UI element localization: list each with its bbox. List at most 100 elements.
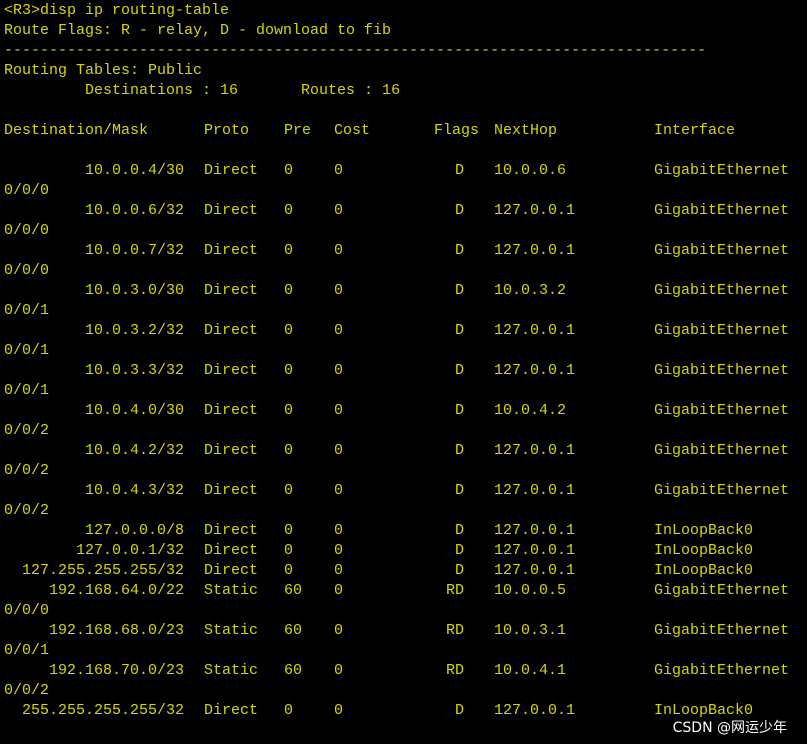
route-proto: Static <box>204 662 259 679</box>
table-header: Destination/Mask Proto Pre Cost Flags Ne… <box>4 121 807 141</box>
table-row: 127.0.0.0/8 Direct 0 0 D 127.0.0.1 InLoopBack0 <box>4 521 807 541</box>
route-nexthop: 127.0.0.1 <box>494 322 576 339</box>
table-row: 127.0.0.1/32 Direct 0 0 D 127.0.0.1 InLoopBack… <box>4 541 807 561</box>
route-proto: Direct <box>204 482 259 499</box>
table-row: 192.168.64.0/22 Static 60 0 RD 10.0.0.5 Gigabi… <box>4 581 807 601</box>
route-preference: 0 <box>284 482 294 499</box>
route-destination: 10.0.3.0/30 <box>84 282 184 299</box>
csdn-watermark: CSDN @网运少年 <box>670 718 789 738</box>
route-cost: 0 <box>334 582 344 599</box>
route-cost: 0 <box>334 242 344 259</box>
route-interface-continuation: 0/0/2 <box>4 682 50 699</box>
header-flags: Flags <box>434 122 480 139</box>
header-cost: Cost <box>334 122 371 139</box>
route-flags: D <box>454 282 464 299</box>
route-cost: 0 <box>334 362 344 379</box>
table-row: 192.168.68.0/23 Static 60 0 RD 10.0.3.1 Gigabi… <box>4 621 807 641</box>
route-cost: 0 <box>334 542 344 559</box>
route-nexthop: 127.0.0.1 <box>494 242 576 259</box>
route-interface: InLoopBack0 <box>654 542 754 559</box>
table-row: 10.0.0.7/32 Direct 0 0 D 127.0.0.1 GigabitEthe… <box>4 241 807 261</box>
route-interface: GigabitEthernet <box>654 242 790 259</box>
route-destination: 10.0.0.7/32 <box>84 242 184 259</box>
table-row: 10.0.4.3/32 Direct 0 0 D 127.0.0.1 GigabitEthe… <box>4 481 807 501</box>
route-nexthop: 10.0.3.1 <box>494 622 567 639</box>
route-proto: Direct <box>204 322 259 339</box>
route-preference: 0 <box>284 242 294 259</box>
route-cost: 0 <box>334 482 344 499</box>
table-row: 10.0.4.0/30 Direct 0 0 D 10.0.4.2 GigabitEther… <box>4 401 807 421</box>
route-interface: GigabitEthernet <box>654 402 790 419</box>
route-flags: D <box>454 522 464 539</box>
route-cost: 0 <box>334 562 344 579</box>
header-destination: Destination/Mask <box>4 122 149 139</box>
separator-line: ----------------------------------------… <box>4 42 707 59</box>
route-interface: GigabitEthernet <box>654 282 790 299</box>
route-flags: D <box>454 562 464 579</box>
route-interface: GigabitEthernet <box>654 622 790 639</box>
route-preference: 60 <box>284 662 303 679</box>
route-nexthop: 10.0.4.2 <box>494 402 567 419</box>
terminal-output[interactable]: <R3>disp ip routing-table Route Flags: R… <box>4 1 807 721</box>
route-interface: GigabitEthernet <box>654 362 790 379</box>
table-row: 192.168.70.0/23 Static 60 0 RD 10.0.4.1 Gigabi… <box>4 661 807 681</box>
route-interface: InLoopBack0 <box>654 562 754 579</box>
route-destination: 10.0.3.3/32 <box>84 362 184 379</box>
route-flags: D <box>454 362 464 379</box>
route-nexthop: 10.0.0.5 <box>494 582 567 599</box>
route-destination: 10.0.0.6/32 <box>84 202 184 219</box>
route-flags: RD <box>445 582 464 599</box>
route-interface-continuation: 0/0/1 <box>4 642 50 659</box>
route-flags-legend: Route Flags: R - relay, D - download to … <box>4 22 392 39</box>
route-nexthop: 10.0.0.6 <box>494 162 567 179</box>
table-row: 10.0.3.3/32 Direct 0 0 D 127.0.0.1 GigabitEthe… <box>4 361 807 381</box>
route-proto: Direct <box>204 402 259 419</box>
route-flags: D <box>454 162 464 179</box>
route-proto: Direct <box>204 542 259 559</box>
route-destination: 127.0.0.1/32 <box>75 542 184 559</box>
route-interface-continuation: 0/0/2 <box>4 502 50 519</box>
route-interface: GigabitEthernet <box>654 582 790 599</box>
route-flags: RD <box>445 622 464 639</box>
route-preference: 60 <box>284 582 303 599</box>
route-cost: 0 <box>334 162 344 179</box>
route-flags: RD <box>445 662 464 679</box>
route-cost: 0 <box>334 622 344 639</box>
route-interface: GigabitEthernet <box>654 662 790 679</box>
route-cost: 0 <box>334 702 344 719</box>
route-interface-continuation: 0/0/0 <box>4 222 50 239</box>
route-destination: 10.0.4.0/30 <box>84 402 184 419</box>
command-prompt: <R3>disp ip routing-table <box>4 2 230 19</box>
route-cost: 0 <box>334 662 344 679</box>
route-flags: D <box>454 702 464 719</box>
routes-table: 10.0.0.4/30 Direct 0 0 D 10.0.0.6 GigabitEther… <box>4 161 807 721</box>
header-pre: Pre <box>284 122 312 139</box>
route-interface: GigabitEthernet <box>654 162 790 179</box>
route-preference: 0 <box>284 202 294 219</box>
header-proto: Proto <box>204 122 250 139</box>
table-row: 10.0.0.6/32 Direct 0 0 D 127.0.0.1 GigabitEthe… <box>4 201 807 221</box>
route-preference: 0 <box>284 282 294 299</box>
route-preference: 0 <box>284 522 294 539</box>
table-row: 10.0.3.0/30 Direct 0 0 D 10.0.3.2 GigabitEther… <box>4 281 807 301</box>
route-cost: 0 <box>334 202 344 219</box>
route-preference: 0 <box>284 362 294 379</box>
route-interface: GigabitEthernet <box>654 442 790 459</box>
route-interface: GigabitEthernet <box>654 202 790 219</box>
route-cost: 0 <box>334 402 344 419</box>
route-preference: 0 <box>284 542 294 559</box>
route-flags: D <box>454 542 464 559</box>
route-nexthop: 127.0.0.1 <box>494 542 576 559</box>
route-flags: D <box>454 242 464 259</box>
route-nexthop: 127.0.0.1 <box>494 702 576 719</box>
route-destination: 127.255.255.255/32 <box>21 562 184 579</box>
route-preference: 0 <box>284 402 294 419</box>
route-interface: GigabitEthernet <box>654 322 790 339</box>
route-interface-continuation: 0/0/2 <box>4 422 50 439</box>
route-proto: Direct <box>204 442 259 459</box>
table-row: 10.0.0.4/30 Direct 0 0 D 10.0.0.6 GigabitEther… <box>4 161 807 181</box>
header-interface: Interface <box>654 122 736 139</box>
route-flags: D <box>454 442 464 459</box>
route-interface-continuation: 0/0/1 <box>4 342 50 359</box>
route-preference: 0 <box>284 162 294 179</box>
